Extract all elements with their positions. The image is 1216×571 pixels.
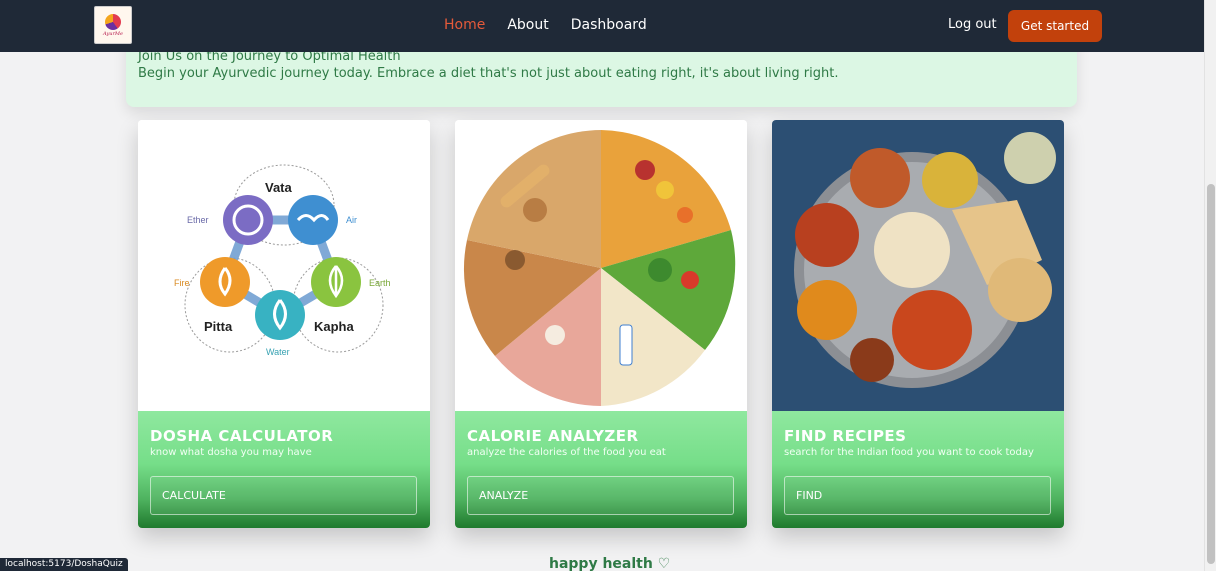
status-bar-url: localhost:5173/DoshaQuiz <box>0 558 128 571</box>
recipes-card-description: search for the Indian food you want to c… <box>784 447 1034 458</box>
scrollbar-thumb[interactable] <box>1207 184 1215 564</box>
top-navbar: AyurMe Home About Dashboard Log out Get … <box>0 0 1204 52</box>
fire-label: Fire <box>174 278 190 288</box>
calculate-button[interactable]: CALCULATE <box>150 476 417 515</box>
air-label: Air <box>346 215 357 225</box>
nav-link-about[interactable]: About <box>507 17 548 33</box>
water-label: Water <box>266 347 290 357</box>
calorie-card-body: CALORIE ANALYZER analyze the calories of… <box>455 411 747 528</box>
pitta-label: Pitta <box>204 319 233 334</box>
find-button[interactable]: FIND <box>784 476 1051 515</box>
nav-link-dashboard[interactable]: Dashboard <box>571 17 647 33</box>
dosha-card-description: know what dosha you may have <box>150 447 312 458</box>
dosha-calculator-card: Vata Pitta Kapha Ether Air Fire Earth Wa… <box>138 120 430 528</box>
app-logo[interactable]: AyurMe <box>94 6 132 44</box>
earth-label: Earth <box>369 278 391 288</box>
vata-label: Vata <box>265 180 293 195</box>
dosha-diagram-image: Vata Pitta Kapha Ether Air Fire Earth Wa… <box>138 120 430 411</box>
food-groups-plate-image <box>455 120 747 411</box>
hero-subtitle: Begin your Ayurvedic journey today. Embr… <box>138 66 839 81</box>
calorie-analyzer-card: CALORIE ANALYZER analyze the calories of… <box>455 120 747 528</box>
nav-link-home[interactable]: Home <box>444 17 485 33</box>
ether-label: Ether <box>187 215 209 225</box>
recipes-card-title: FIND RECIPES <box>784 427 907 445</box>
find-recipes-card: FIND RECIPES search for the Indian food … <box>772 120 1064 528</box>
kapha-label: Kapha <box>314 319 355 334</box>
footer-tagline: happy health ♡ <box>549 556 671 571</box>
calorie-card-description: analyze the calories of the food you eat <box>467 447 666 458</box>
logout-link[interactable]: Log out <box>948 17 997 32</box>
dosha-card-body: DOSHA CALCULATOR know what dosha you may… <box>138 411 430 528</box>
get-started-button[interactable]: Get started <box>1008 10 1102 42</box>
analyze-button[interactable]: ANALYZE <box>467 476 734 515</box>
dosha-card-title: DOSHA CALCULATOR <box>150 427 334 445</box>
thali-food-image <box>772 120 1064 411</box>
logo-text: AyurMe <box>103 30 123 37</box>
recipes-card-body: FIND RECIPES search for the Indian food … <box>772 411 1064 528</box>
logo-mark-icon <box>105 13 121 30</box>
nav-links: Home About Dashboard <box>444 17 669 33</box>
calorie-card-title: CALORIE ANALYZER <box>467 427 639 445</box>
page-scrollbar[interactable] <box>1204 0 1216 571</box>
